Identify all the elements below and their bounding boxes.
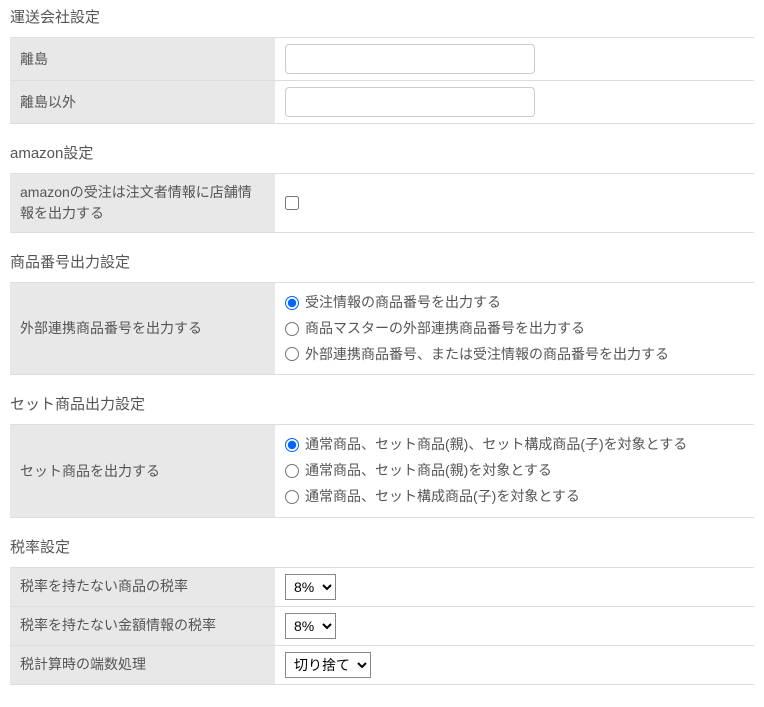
table-row: 税率を持たない金額情報の税率 8% (10, 606, 754, 645)
set-product-radio-1[interactable] (285, 464, 299, 478)
label-nonisland: 離島以外 (10, 81, 275, 124)
label-no-amount-rate: 税率を持たない金額情報の税率 (10, 606, 275, 645)
product-no-option-1[interactable]: 商品マスターの外部連携商品番号を出力する (305, 317, 585, 341)
label-no-item-rate: 税率を持たない商品の税率 (10, 567, 275, 606)
table-row: amazonの受注は注文者情報に店舗情報を出力する (10, 174, 754, 233)
label-amazon-store-info: amazonの受注は注文者情報に店舗情報を出力する (10, 174, 275, 233)
set-product-radio-0[interactable] (285, 438, 299, 452)
product-no-option-0[interactable]: 受注情報の商品番号を出力する (305, 291, 501, 315)
set-product-option-0[interactable]: 通常商品、セット商品(親)、セット構成商品(子)を対象とする (305, 433, 687, 457)
table-row: 税計算時の端数処理 切り捨て (10, 645, 754, 684)
set-product-table: セット商品を出力する 通常商品、セット商品(親)、セット構成商品(子)を対象とす… (10, 424, 754, 517)
table-row: 離島 (10, 38, 754, 81)
product-no-table: 外部連携商品番号を出力する 受注情報の商品番号を出力する 商品マスターの外部連携… (10, 282, 754, 375)
table-row: 税率を持たない商品の税率 8% (10, 567, 754, 606)
label-rounding: 税計算時の端数処理 (10, 645, 275, 684)
label-product-no-output: 外部連携商品番号を出力する (10, 283, 275, 375)
section-title-amazon: amazon設定 (10, 142, 754, 163)
section-title-product-no: 商品番号出力設定 (10, 251, 754, 272)
product-no-radio-1[interactable] (285, 322, 299, 336)
set-product-option-1[interactable]: 通常商品、セット商品(親)を対象とする (305, 459, 552, 483)
carrier-table: 離島 離島以外 (10, 37, 754, 124)
label-set-product-output: セット商品を出力する (10, 425, 275, 517)
label-island: 離島 (10, 38, 275, 81)
rounding-select[interactable]: 切り捨て (285, 652, 371, 678)
section-title-tax: 税率設定 (10, 536, 754, 557)
product-no-radio-2[interactable] (285, 347, 299, 361)
no-item-rate-select[interactable]: 8% (285, 574, 336, 600)
island-input[interactable] (285, 44, 535, 74)
product-no-option-2[interactable]: 外部連携商品番号、または受注情報の商品番号を出力する (305, 343, 669, 367)
product-no-radio-0[interactable] (285, 296, 299, 310)
set-product-radio-2[interactable] (285, 490, 299, 504)
nonisland-input[interactable] (285, 87, 535, 117)
table-row: 外部連携商品番号を出力する 受注情報の商品番号を出力する 商品マスターの外部連携… (10, 283, 754, 375)
section-title-carrier: 運送会社設定 (10, 6, 754, 27)
set-product-option-2[interactable]: 通常商品、セット構成商品(子)を対象とする (305, 485, 580, 509)
table-row: セット商品を出力する 通常商品、セット商品(親)、セット構成商品(子)を対象とす… (10, 425, 754, 517)
amazon-store-info-checkbox[interactable] (285, 196, 299, 210)
tax-table: 税率を持たない商品の税率 8% 税率を持たない金額情報の税率 8% 税計算時の端… (10, 567, 754, 685)
section-title-set-product: セット商品出力設定 (10, 393, 754, 414)
no-amount-rate-select[interactable]: 8% (285, 613, 336, 639)
amazon-table: amazonの受注は注文者情報に店舗情報を出力する (10, 173, 754, 233)
table-row: 離島以外 (10, 81, 754, 124)
